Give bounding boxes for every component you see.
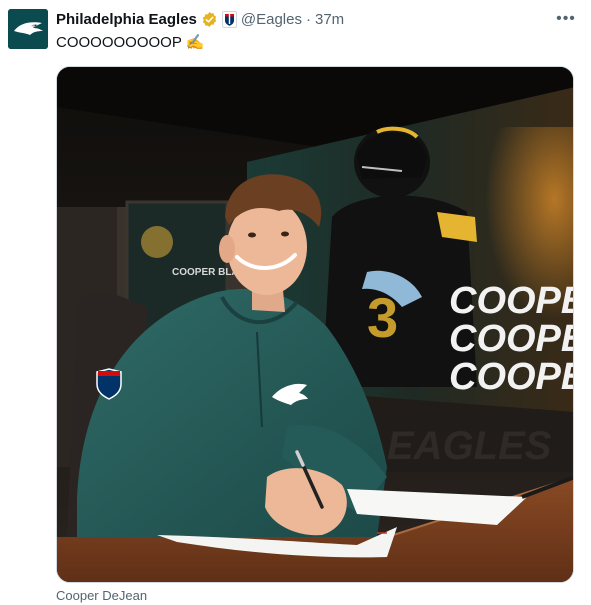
- tweet-text: COOOOOOOOOP ✍️: [56, 33, 204, 51]
- tweet-photo[interactable]: COOPER BLAKE 3 COOP COOP COOP EAGLES: [56, 66, 574, 583]
- account-handle[interactable]: @Eagles: [241, 11, 302, 28]
- account-avatar[interactable]: [8, 9, 48, 49]
- writing-hand-emoji-icon: ✍️: [185, 33, 205, 51]
- screen-text-3: COOPER: [449, 356, 574, 398]
- nfl-shield-icon[interactable]: [221, 10, 237, 28]
- tweet[interactable]: Philadelphia Eagles @Eagles · 37m ••• CO…: [0, 0, 591, 605]
- screen-text-2: COOPER: [449, 318, 574, 360]
- separator-dot: ·: [305, 10, 311, 28]
- signing-photo: COOPER BLAKE 3 COOP COOP COOP EAGLES: [57, 67, 574, 582]
- wall-text: EAGLES: [387, 424, 552, 468]
- tweet-text-body: COOOOOOOOOP: [56, 34, 182, 51]
- eagles-logo-icon: [8, 9, 48, 49]
- account-name[interactable]: Philadelphia Eagles: [56, 11, 197, 28]
- photo-caption: Cooper DeJean: [56, 588, 148, 603]
- screen-text-1: COOPER: [449, 280, 574, 322]
- verified-badge-icon[interactable]: [201, 11, 218, 28]
- tweet-header: Philadelphia Eagles @Eagles · 37m: [56, 9, 344, 29]
- tweet-timestamp[interactable]: 37m: [315, 11, 344, 28]
- more-options-button[interactable]: •••: [555, 10, 577, 28]
- more-icon: •••: [556, 10, 576, 27]
- screen-text-group: COOPER COOPER COOPER: [449, 280, 574, 398]
